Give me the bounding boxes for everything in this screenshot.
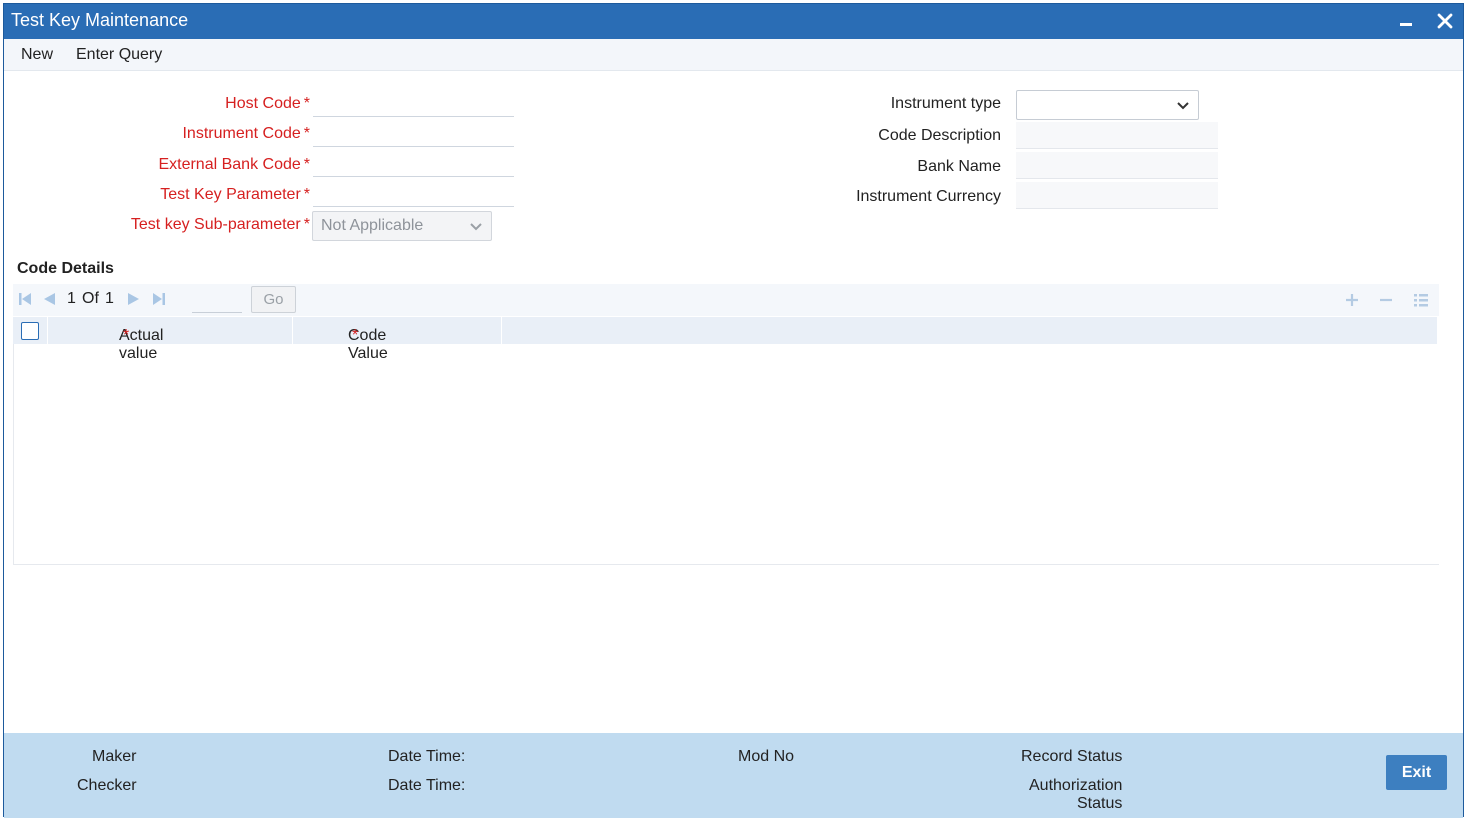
- grid-body: [13, 344, 1437, 564]
- delete-row-icon[interactable]: [1378, 292, 1394, 308]
- checker-label: Checker: [77, 777, 137, 794]
- instrument-currency-field: [1016, 182, 1218, 209]
- external-bank-code-label: External Bank Code *: [158, 156, 310, 173]
- column-code-value[interactable]: Code Value *: [294, 317, 502, 362]
- menu-new[interactable]: New: [21, 46, 53, 64]
- code-description-label: Code Description: [878, 127, 1001, 144]
- menu-enter-query[interactable]: Enter Query: [76, 46, 162, 64]
- grid-pager: 1 Of 1 Go: [13, 284, 1439, 316]
- add-row-icon[interactable]: [1344, 292, 1360, 308]
- single-view-icon[interactable]: [1413, 292, 1429, 308]
- instrument-type-select[interactable]: [1016, 90, 1199, 120]
- authorization-status-label-line2: Status: [1077, 795, 1123, 812]
- pager-total: 1: [105, 290, 114, 307]
- minimize-icon: [1400, 23, 1412, 26]
- test-key-parameter-label: Test Key Parameter *: [160, 186, 310, 203]
- host-code-input[interactable]: [313, 91, 514, 117]
- first-page-icon[interactable]: [17, 291, 33, 307]
- previous-page-icon[interactable]: [41, 291, 57, 307]
- close-button[interactable]: [1432, 8, 1458, 34]
- page-number-input[interactable]: [192, 287, 242, 313]
- checker-date-time-label: Date Time:: [388, 777, 466, 794]
- test-key-maintenance-window: Test Key Maintenance New Enter Query Hos…: [3, 3, 1464, 818]
- last-page-icon[interactable]: [151, 291, 167, 307]
- audit-footer: Maker Checker Date Time: Date Time: Mod …: [4, 733, 1463, 818]
- go-button[interactable]: Go: [251, 286, 296, 313]
- test-key-sub-parameter-select[interactable]: Not Applicable: [312, 211, 492, 241]
- instrument-currency-label: Instrument Currency: [856, 188, 1001, 205]
- test-key-sub-parameter-value: Not Applicable: [321, 217, 424, 234]
- title-bar: Test Key Maintenance: [4, 4, 1463, 39]
- next-page-icon[interactable]: [126, 291, 142, 307]
- pager-current: 1: [67, 290, 76, 307]
- bank-name-field: [1016, 152, 1218, 179]
- column-actual-value[interactable]: Actual value *: [49, 317, 293, 362]
- external-bank-code-input[interactable]: [313, 151, 514, 177]
- select-all-checkbox[interactable]: [21, 322, 39, 340]
- test-key-sub-parameter-label: Test key Sub-parameter *: [130, 216, 310, 233]
- authorization-status-label: Authorization: [1029, 777, 1123, 794]
- host-code-label: Host Code *: [225, 95, 310, 112]
- maker-date-time-label: Date Time:: [388, 748, 466, 765]
- code-details-grid: 1 Of 1 Go Actual value * Code Value *: [13, 284, 1439, 565]
- instrument-type-label: Instrument type: [890, 95, 1001, 112]
- mod-no-label: Mod No: [738, 748, 795, 765]
- chevron-down-icon: [470, 223, 482, 231]
- close-icon: [1437, 13, 1453, 29]
- menu-bar: New Enter Query: [4, 39, 1463, 71]
- window-title: Test Key Maintenance: [11, 10, 189, 30]
- minimize-button[interactable]: [1393, 8, 1419, 34]
- pager-of: Of: [82, 290, 99, 307]
- record-status-label: Record Status: [1021, 748, 1123, 765]
- grid-header: Actual value * Code Value *: [13, 317, 1437, 362]
- maker-label: Maker: [92, 748, 137, 765]
- code-details-title: Code Details: [17, 260, 114, 277]
- exit-button[interactable]: Exit: [1386, 755, 1447, 790]
- code-description-field: [1016, 122, 1218, 149]
- select-all-cell: [13, 317, 48, 344]
- chevron-down-icon: [1177, 102, 1189, 110]
- instrument-code-label: Instrument Code *: [182, 125, 310, 142]
- instrument-code-input[interactable]: [313, 121, 514, 147]
- bank-name-label: Bank Name: [917, 158, 1001, 175]
- test-key-parameter-input[interactable]: [313, 181, 514, 207]
